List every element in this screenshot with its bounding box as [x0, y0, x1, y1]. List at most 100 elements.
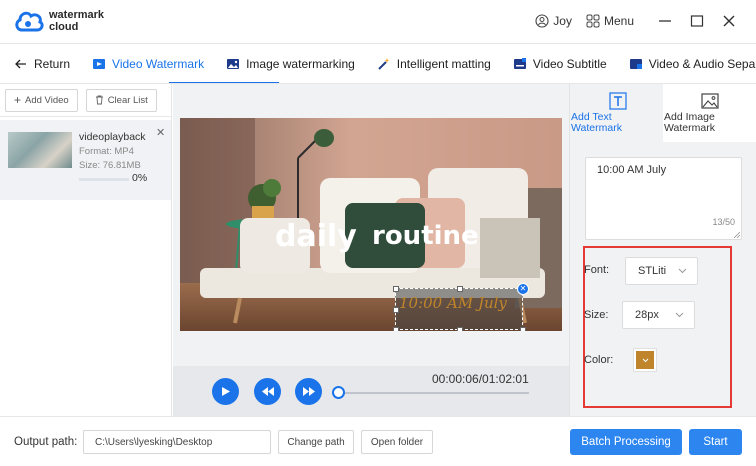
- tab-add-text-watermark[interactable]: Add Text Watermark: [570, 84, 663, 142]
- playback-controls: 00:00:06/01:02:01: [173, 366, 569, 416]
- watermark-text: 10:00 AM July: [399, 294, 507, 312]
- open-folder-button[interactable]: Open folder: [361, 430, 433, 454]
- menu-label: Menu: [603, 14, 634, 28]
- batch-processing-button[interactable]: Batch Processing: [570, 429, 682, 455]
- clear-list-label: Clear List: [107, 94, 148, 106]
- watermark-selection-box[interactable]: 10:00 AM July: [393, 286, 526, 331]
- video-thumbnail: [8, 132, 72, 168]
- fast-forward-button[interactable]: [295, 378, 322, 405]
- user-icon: [535, 14, 549, 28]
- clear-list-button[interactable]: Clear List: [85, 88, 157, 112]
- start-label: Start: [703, 436, 728, 448]
- file-size: Size: 76.81MB: [79, 160, 141, 171]
- size-value: 28px: [635, 309, 659, 321]
- text-icon: [609, 92, 627, 110]
- watermark-settings-panel: Add Text Watermark Add Image Watermark 1…: [569, 84, 756, 416]
- seek-track[interactable]: [339, 392, 529, 394]
- tab-add-image-watermark[interactable]: Add Image Watermark: [663, 84, 756, 142]
- tab-label: Video Subtitle: [532, 56, 607, 71]
- resize-handle[interactable]: [393, 327, 399, 331]
- menu-grid-icon: [586, 14, 600, 28]
- tab-label: Watermark: [571, 122, 622, 134]
- tab-video-watermark[interactable]: Video Watermark: [81, 44, 280, 83]
- tab-image-watermarking[interactable]: Image watermarking: [215, 44, 366, 83]
- font-label: Font:: [584, 264, 610, 276]
- add-video-button[interactable]: + Add Video: [5, 88, 78, 112]
- play-button[interactable]: [212, 378, 239, 405]
- arrow-left-icon: [15, 59, 26, 68]
- output-footer: Output path: C:\Users\lyesking\Desktop C…: [0, 416, 756, 466]
- tab-label: Image watermarking: [246, 56, 355, 71]
- resize-handle[interactable]: [520, 327, 526, 331]
- file-format: Format: MP4: [79, 146, 134, 157]
- rewind-button[interactable]: [254, 378, 281, 405]
- color-picker[interactable]: [633, 348, 657, 372]
- output-path-label: Output path:: [14, 436, 78, 448]
- maximize-icon: [690, 15, 704, 27]
- resize-handle[interactable]: [457, 327, 463, 331]
- file-list-panel: + Add Video Clear List videoplayback For…: [0, 84, 172, 416]
- brand-line-1: watermark: [49, 9, 105, 21]
- remove-file-icon[interactable]: ✕: [156, 126, 165, 139]
- change-path-label: Change path: [287, 436, 345, 448]
- resize-handle[interactable]: [457, 286, 463, 292]
- file-name: videoplayback: [79, 131, 146, 143]
- seek-handle[interactable]: [332, 386, 345, 399]
- chevron-down-icon: [642, 358, 648, 362]
- output-path-field[interactable]: C:\Users\lyesking\Desktop: [83, 430, 271, 454]
- trash-icon: [95, 95, 103, 105]
- brand-line-2: cloud: [49, 21, 79, 33]
- subtitle-icon: [513, 57, 526, 69]
- play-icon: [222, 387, 230, 396]
- tab-label: Video Watermark: [112, 56, 205, 71]
- tab-intelligent-matting[interactable]: Intelligent matting: [366, 44, 502, 83]
- minimize-icon: [659, 20, 671, 22]
- font-select[interactable]: STLiti: [625, 257, 698, 285]
- rewind-icon: [261, 387, 274, 396]
- overlay-title-1: daily: [275, 219, 357, 254]
- chevron-down-icon: [675, 312, 684, 318]
- cloud-logo-icon: [15, 11, 44, 32]
- size-select[interactable]: 28px: [622, 301, 695, 329]
- playback-time: 00:00:06/01:02:01: [432, 372, 529, 386]
- resize-grip-icon[interactable]: [734, 232, 740, 238]
- minimize-button[interactable]: [656, 12, 674, 30]
- chevron-down-icon: [678, 268, 687, 274]
- file-progress-bar: [79, 178, 129, 181]
- watermark-text-input[interactable]: 10:00 AM July 13/50: [585, 157, 742, 240]
- feature-tab-bar: Return Video Watermark Image watermarkin…: [0, 44, 756, 84]
- video-preview: daily routine 10:00 AM July ✕: [180, 118, 562, 331]
- preview-area: daily routine 10:00 AM July ✕ 00:00:06/0…: [173, 84, 569, 416]
- magic-wand-icon: [378, 57, 390, 70]
- file-list-item[interactable]: videoplayback Format: MP4 Size: 76.81MB …: [0, 120, 171, 200]
- tab-video-subtitle[interactable]: Video Subtitle: [502, 44, 618, 83]
- menu-button[interactable]: Menu: [586, 14, 634, 28]
- remove-watermark-icon[interactable]: ✕: [517, 283, 529, 295]
- overlay-title-2: routine: [372, 221, 479, 251]
- char-count: 13/50: [712, 217, 735, 227]
- size-label: Size:: [584, 309, 609, 321]
- title-bar: watermark cloud Joy Menu: [0, 0, 756, 44]
- output-path-value: C:\Users\lyesking\Desktop: [95, 436, 213, 448]
- color-label: Color:: [584, 354, 614, 366]
- change-path-button[interactable]: Change path: [278, 430, 354, 454]
- tab-label: Video & Audio Sepa: [648, 56, 756, 71]
- user-account[interactable]: Joy: [535, 14, 572, 28]
- plus-icon: +: [14, 93, 22, 107]
- brand-name: watermark cloud: [49, 9, 104, 33]
- open-folder-label: Open folder: [370, 436, 424, 448]
- add-video-label: Add Video: [25, 94, 69, 106]
- close-icon: [723, 15, 735, 27]
- close-button[interactable]: [720, 12, 738, 30]
- tab-video-audio-separation[interactable]: Video & Audio Sepa: [618, 44, 756, 83]
- tab-return[interactable]: Return: [0, 44, 81, 83]
- tab-label: Intelligent matting: [396, 56, 491, 71]
- user-name: Joy: [553, 14, 572, 28]
- maximize-button[interactable]: [688, 12, 706, 30]
- file-progress-text: 0%: [132, 172, 148, 184]
- fast-forward-icon: [302, 387, 315, 396]
- start-button[interactable]: Start: [689, 429, 742, 455]
- font-value: STLiti: [638, 265, 667, 277]
- resize-handle[interactable]: [393, 307, 399, 313]
- resize-handle[interactable]: [393, 286, 399, 292]
